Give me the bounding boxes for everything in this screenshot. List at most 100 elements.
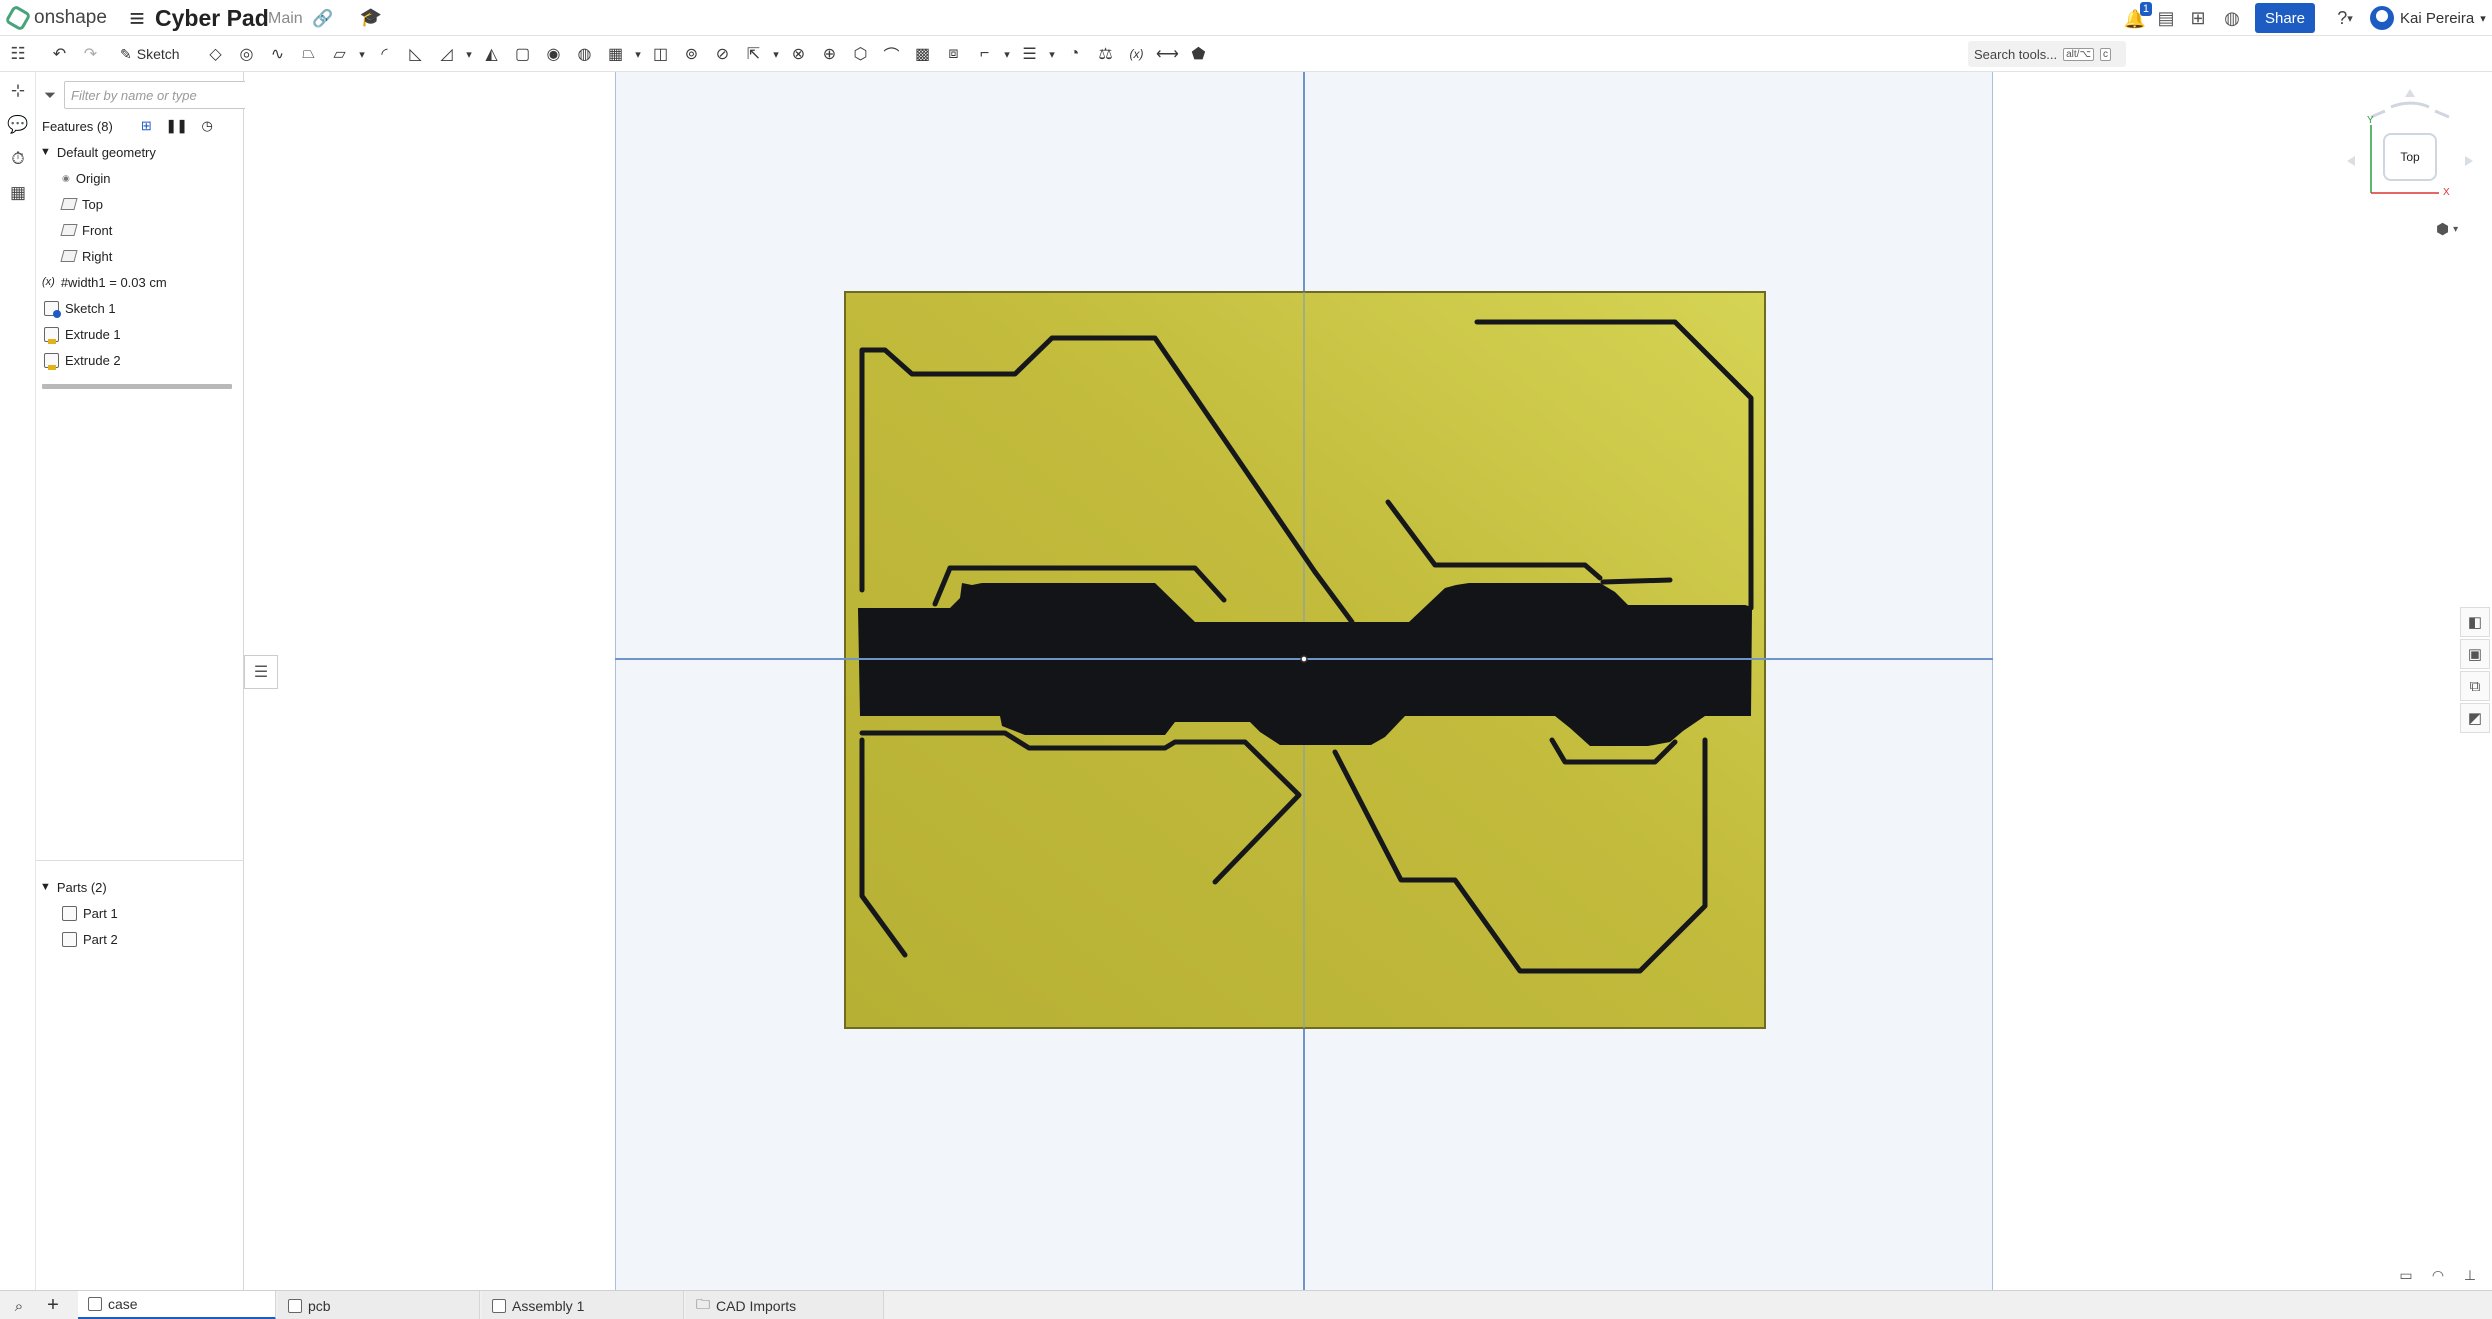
fillet-icon[interactable]: ◜ [369, 41, 400, 67]
add-folder-icon[interactable]: ⊞ [141, 118, 152, 134]
measure-results-icon[interactable]: ⊥ [2457, 1264, 2483, 1286]
rollback-clock-icon[interactable]: ◷ [202, 118, 213, 134]
tool-dropdown-chevron-icon[interactable]: ▾ [462, 41, 476, 67]
onshape-logo[interactable]: onshape [4, 4, 107, 32]
share-button[interactable]: Share [2255, 3, 2315, 33]
part-2[interactable]: Part 2 [62, 927, 118, 951]
delete-icon[interactable]: ⊗ [783, 41, 814, 67]
tab-case[interactable]: case [78, 1291, 276, 1319]
hamburger-menu-icon[interactable]: ≡ [124, 5, 150, 31]
emboss-icon[interactable]: ▩ [907, 41, 938, 67]
feature-front-plane[interactable]: Front [60, 218, 112, 242]
search-tools-input[interactable]: Search tools... alt/⌥ c [1968, 41, 2126, 67]
revolve-cut-icon[interactable]: ◍ [569, 41, 600, 67]
section-view-icon[interactable]: ⧉ [2460, 671, 2490, 701]
instance-list-icon[interactable]: ⊹ [5, 78, 31, 104]
view-mode-dropdown[interactable]: ⬢ ▾ [2436, 218, 2458, 240]
flange-icon[interactable]: ⌐ [969, 41, 1000, 67]
notifications-bell-icon[interactable]: 🔔 1 [2122, 2, 2152, 32]
filter-funnel-icon[interactable]: ⏷ [44, 87, 56, 104]
loft-icon[interactable]: ⏢ [293, 41, 324, 67]
model-view[interactable] [245, 72, 2492, 1290]
wrap-icon[interactable]: ⌒ [876, 41, 907, 67]
feature-sketch-1[interactable]: Sketch 1 [44, 296, 116, 320]
boolean-icon[interactable]: ⊚ [676, 41, 707, 67]
render-mode-icon[interactable]: ◧ [2460, 607, 2490, 637]
learning-center-icon[interactable]: 🎓 [359, 5, 383, 29]
feature-origin[interactable]: ◉ Origin [62, 166, 111, 190]
globe-icon[interactable]: ◍ [2220, 6, 2244, 30]
tool-dropdown-chevron-icon[interactable]: ▾ [1045, 41, 1059, 67]
history-icon[interactable]: ⏱ [5, 146, 31, 172]
undo-icon[interactable]: ↶ [44, 41, 75, 67]
mate-connector-icon[interactable]: ⊕ [814, 41, 845, 67]
hole-icon[interactable]: ◉ [538, 41, 569, 67]
helix-icon[interactable]: ◎ [231, 41, 262, 67]
appearance-icon[interactable]: ◩ [2460, 703, 2490, 733]
parts-folder[interactable]: ▼ Parts (2) [40, 875, 107, 899]
rollback-bar[interactable] [42, 384, 232, 389]
tool-dropdown-chevron-icon[interactable]: ▾ [631, 41, 645, 67]
dimension-icon[interactable]: ⟷ [1152, 41, 1183, 67]
sheet-metal-icon[interactable]: ⧈ [938, 41, 969, 67]
feature-list-toggle-icon[interactable]: ☷ [5, 41, 31, 67]
tool-dropdown-chevron-icon[interactable]: ▾ [769, 41, 783, 67]
bom-icon[interactable]: ▦ [5, 180, 31, 206]
view-cube[interactable]: Top Y X [2345, 85, 2475, 205]
chamfer-icon[interactable]: ◺ [400, 41, 431, 67]
user-menu[interactable]: Kai Pereira ▾ [2370, 4, 2486, 32]
add-tab-button[interactable]: + [38, 1291, 68, 1319]
tool-dropdown-chevron-icon[interactable]: ▾ [355, 41, 369, 67]
part-1[interactable]: Part 1 [62, 901, 118, 925]
redo-icon[interactable]: ↷ [75, 41, 106, 67]
help-icon[interactable]: ? ▾ [2326, 6, 2364, 30]
rib-icon[interactable]: ◭ [476, 41, 507, 67]
thicken-icon[interactable]: ▱ [324, 41, 355, 67]
comments-icon[interactable]: 💬 [5, 112, 31, 138]
origin-point[interactable] [1300, 655, 1308, 663]
features-header[interactable]: Features (8) ⊞ ❚❚ ◷ [42, 114, 213, 138]
feature-extrude-2[interactable]: Extrude 2 [44, 348, 121, 372]
graphics-settings-icon[interactable]: ▭ [2393, 1264, 2419, 1286]
filter-input[interactable] [64, 81, 257, 109]
tab-pcb[interactable]: pcb [278, 1291, 480, 1319]
document-list-icon[interactable]: ▤ [2154, 6, 2178, 30]
list-icon[interactable]: ☰ [1014, 41, 1045, 67]
sketch-label: Sketch [136, 46, 180, 62]
tab-cad-imports[interactable]: 🗀 CAD Imports [686, 1291, 884, 1319]
branch-name[interactable]: Main [268, 8, 303, 30]
plane-offset-icon[interactable]: ⬡ [845, 41, 876, 67]
transform-icon[interactable]: ⇱ [738, 41, 769, 67]
default-geometry-folder[interactable]: ▼ Default geometry [40, 140, 156, 164]
mass-icon[interactable]: ⚖ [1090, 41, 1121, 67]
plane-icon[interactable]: ◇ [200, 41, 231, 67]
sweep-icon[interactable]: ∿ [262, 41, 293, 67]
link-icon[interactable]: 🔗 [312, 8, 334, 30]
feature-panel-collapse-button[interactable]: ☰ [244, 655, 278, 689]
split-icon[interactable]: ⊘ [707, 41, 738, 67]
measure-icon[interactable]: ◔ [1059, 41, 1090, 67]
tag-icon[interactable]: ⬟ [1183, 41, 1214, 67]
view-cube-face-top[interactable]: Top [2383, 133, 2437, 181]
feature-right-plane[interactable]: Right [60, 244, 112, 268]
graphics-viewport[interactable]: ◧ ▣ ⧉ ◩ ▭ ◠ ⊥ [245, 72, 2492, 1290]
draft-icon[interactable]: ◿ [431, 41, 462, 67]
feature-top-plane[interactable]: Top [60, 192, 103, 216]
app-store-icon[interactable]: ⊞ [2186, 6, 2210, 30]
tab-assembly-1[interactable]: Assembly 1 [482, 1291, 684, 1319]
named-views-icon[interactable]: ▣ [2460, 639, 2490, 669]
panel-divider[interactable] [36, 860, 244, 861]
feature-extrude-1[interactable]: Extrude 1 [44, 322, 121, 346]
sketch-button[interactable]: ✎ Sketch [116, 41, 184, 67]
shell-icon[interactable]: ▢ [507, 41, 538, 67]
pattern-icon[interactable]: ▦ [600, 41, 631, 67]
filter-row: ⏷ [44, 80, 257, 110]
tool-dropdown-chevron-icon[interactable]: ▾ [1000, 41, 1014, 67]
variable-icon[interactable]: (x) [1121, 41, 1152, 67]
document-title[interactable]: Cyber Pad [155, 3, 269, 33]
hidden-parts-icon[interactable]: ◠ [2425, 1264, 2451, 1286]
pause-icon[interactable]: ❚❚ [166, 118, 188, 134]
mirror-icon[interactable]: ◫ [645, 41, 676, 67]
feature-variable[interactable]: (x) #width1 = 0.03 cm [42, 270, 167, 294]
tab-manager-icon[interactable]: ⌕ [6, 1293, 32, 1319]
